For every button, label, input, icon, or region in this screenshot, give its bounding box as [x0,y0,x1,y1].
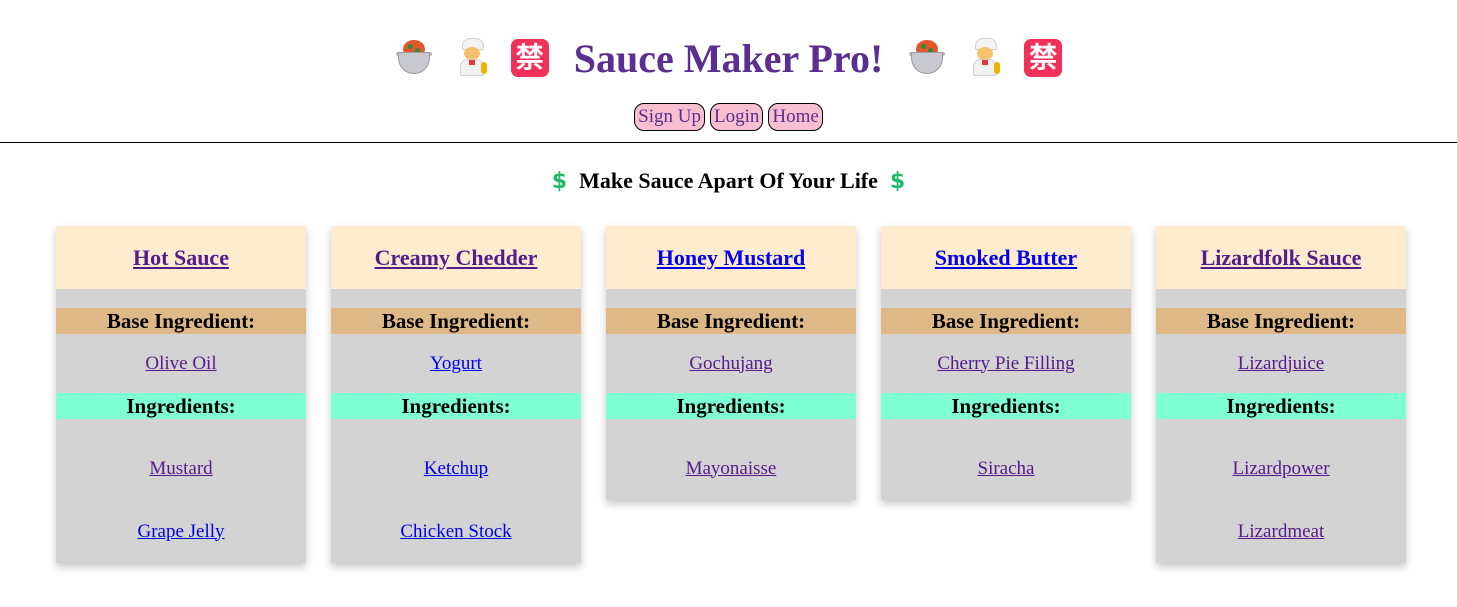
sauce-title-link[interactable]: Hot Sauce [133,245,229,271]
sauce-card: Honey Mustard Base Ingredient: Gochujang… [606,226,856,500]
ingredient-link[interactable]: Mayonaisse [686,458,777,480]
base-ingredient-link[interactable]: Gochujang [689,353,772,375]
ingredient-link[interactable]: Ketchup [424,458,488,480]
page-title: Sauce Maker Pro! [573,35,884,81]
base-ingredient-heading: Base Ingredient: [1156,308,1406,334]
sauce-card: Smoked Butter Base Ingredient: Cherry Pi… [881,226,1131,500]
ingredients-heading: Ingredients: [606,393,856,419]
ingredient-link[interactable]: Lizardpower [1232,458,1329,480]
card-header: Creamy Chedder [331,226,581,289]
ingredient-link[interactable]: Lizardmeat [1238,521,1325,543]
sauce-title-link[interactable]: Honey Mustard [657,245,806,271]
pot-of-food-icon [394,38,434,78]
page-header: 禁 Sauce Maker Pro! 禁 Sign Up Login Home [0,0,1457,143]
ingredient-link[interactable]: Grape Jelly [137,521,224,543]
ingredients-heading: Ingredients: [881,393,1131,419]
sauce-card: Lizardfolk Sauce Base Ingredient: Lizard… [1156,226,1406,563]
home-button[interactable]: Home [768,103,823,131]
base-ingredient-heading: Base Ingredient: [881,308,1131,334]
ingredients-heading: Ingredients: [1156,393,1406,419]
sauce-card: Creamy Chedder Base Ingredient: Yogurt I… [331,226,581,563]
title-row: 禁 Sauce Maker Pro! 禁 [0,30,1457,86]
base-ingredient-link[interactable]: Lizardjuice [1238,353,1325,375]
sauce-title-link[interactable]: Lizardfolk Sauce [1201,245,1362,271]
base-ingredient-link[interactable]: Yogurt [430,353,482,375]
base-ingredient-heading: Base Ingredient: [331,308,581,334]
cook-icon [452,38,492,78]
dollar-icon: $ [551,168,568,194]
ingredients-heading: Ingredients: [331,393,581,419]
prohibited-kanji-icon: 禁 [1023,38,1063,78]
sign-up-button[interactable]: Sign Up [634,103,705,131]
base-ingredient-link[interactable]: Olive Oil [145,353,216,375]
ingredients-heading: Ingredients: [56,393,306,419]
ingredient-link[interactable]: Siracha [978,458,1035,480]
cook-icon [965,38,1005,78]
card-header: Hot Sauce [56,226,306,289]
nav-bar: Sign Up Login Home [0,103,1457,131]
card-header: Honey Mustard [606,226,856,289]
prohibited-kanji-icon: 禁 [510,38,550,78]
card-header: Lizardfolk Sauce [1156,226,1406,289]
sauce-card: Hot Sauce Base Ingredient: Olive Oil Ing… [56,226,306,563]
login-button[interactable]: Login [710,103,764,131]
tagline: $ Make Sauce Apart Of Your Life $ [0,168,1457,194]
base-ingredient-link[interactable]: Cherry Pie Filling [937,353,1074,375]
ingredient-link[interactable]: Chicken Stock [400,521,511,543]
card-header: Smoked Butter [881,226,1131,289]
pot-of-food-icon [907,38,947,78]
base-ingredient-heading: Base Ingredient: [56,308,306,334]
sauce-title-link[interactable]: Creamy Chedder [375,245,538,271]
ingredient-link[interactable]: Mustard [149,458,212,480]
base-ingredient-heading: Base Ingredient: [606,308,856,334]
sauce-title-link[interactable]: Smoked Butter [935,245,1077,271]
dollar-icon: $ [889,168,906,194]
tagline-text: Make Sauce Apart Of Your Life [579,168,878,193]
